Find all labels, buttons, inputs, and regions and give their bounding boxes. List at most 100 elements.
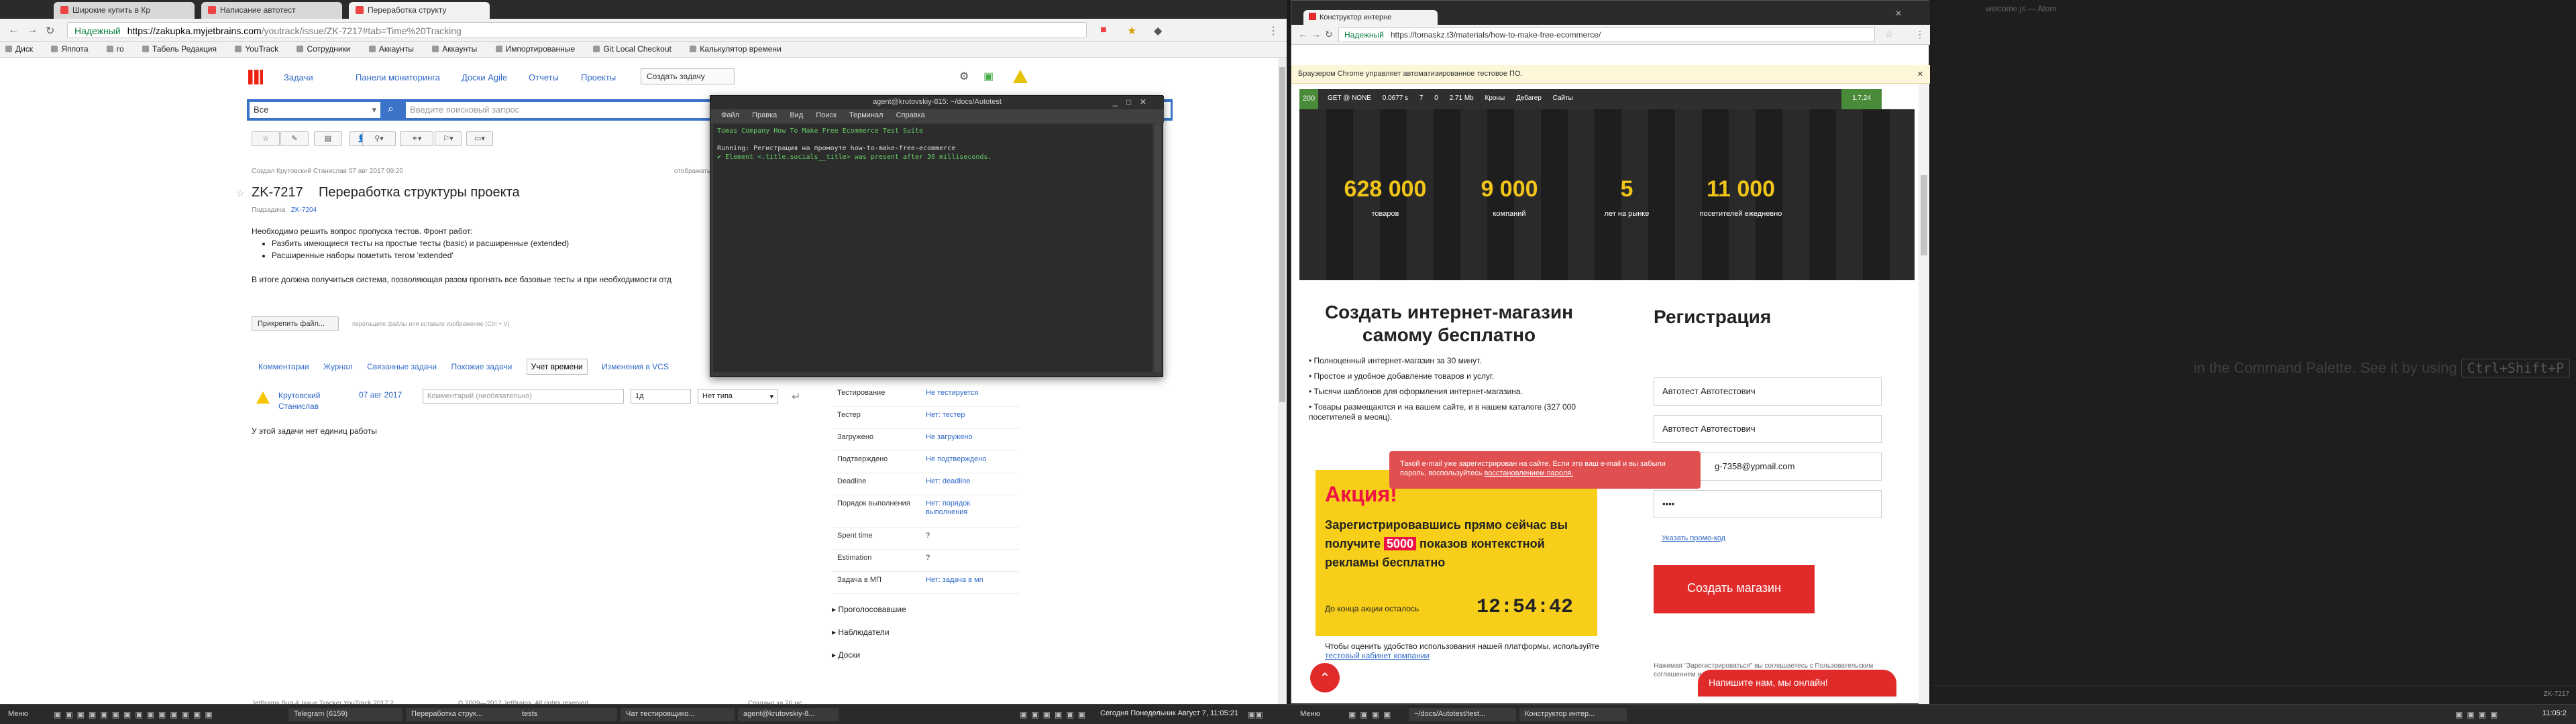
taskbar-item[interactable]: Telegram (6159) [288, 708, 402, 721]
menu-view[interactable]: Вид [790, 111, 803, 119]
tray-icons[interactable]: ▣▣ [1248, 710, 1263, 719]
field-row[interactable]: Spent time? [832, 528, 1020, 550]
field-row[interactable]: Загружено Не загружено [832, 429, 1020, 451]
section-watchers[interactable]: ▸ Наблюдатели [832, 627, 890, 637]
menu-icon[interactable]: ⋮ [1915, 29, 1925, 40]
tab-vcs[interactable]: Изменения в VCS [602, 362, 669, 371]
bookmark[interactable]: Диск [5, 44, 33, 54]
bookmark[interactable]: Аккаунты [432, 44, 477, 54]
password-input[interactable]: •••• [1654, 490, 1882, 518]
chat-widget[interactable]: Напишите нам, мы онлайн! [1698, 670, 1896, 697]
nav-agile-boards[interactable]: Доски Agile [462, 72, 507, 82]
field-value[interactable]: Нет: тестер [926, 411, 1013, 420]
close-icon[interactable]: ✕ [1917, 70, 1923, 78]
address-bar[interactable]: Надежный https://zakupka.myjetbrains.com/… [67, 22, 1087, 38]
forward-icon[interactable]: → [27, 24, 38, 36]
star-icon[interactable]: ☆ [236, 188, 245, 199]
field-row[interactable]: Estimation? [832, 550, 1020, 572]
promo-code-link[interactable]: Указать промо-код [1662, 534, 1725, 542]
field-value[interactable]: Не загружено [926, 433, 1013, 442]
youtrack-logo-icon[interactable] [248, 70, 263, 84]
name-input[interactable]: Автотест Автотестович [1654, 377, 1882, 406]
bookmark[interactable]: Сотрудники [297, 44, 350, 54]
field-value[interactable]: Нет: deadline [926, 477, 1013, 486]
bookmark[interactable]: Аккаунты [369, 44, 414, 54]
debug-item[interactable]: GET @ NONE [1328, 95, 1371, 102]
nav-dashboards[interactable]: Панели мониторинга [356, 72, 440, 82]
work-item-comment-input[interactable]: Комментарий (необязательно) [423, 389, 624, 404]
scrollbar-thumb[interactable] [1279, 67, 1285, 402]
edit-button[interactable]: ✎ [280, 131, 309, 146]
extension-icon[interactable]: ◆ [1154, 24, 1162, 38]
search-icon[interactable]: ⌕ [388, 103, 394, 115]
gift-icon[interactable]: ▣ [983, 70, 994, 83]
tab-similar[interactable]: Похожие задачи [451, 362, 512, 371]
taskbar-item[interactable]: agent@krutovskiy-8... [738, 708, 839, 721]
field-value[interactable]: Нет: порядок выполнения [926, 499, 1013, 517]
comment-button[interactable]: ▤ [314, 131, 342, 146]
menu-terminal[interactable]: Терминал [849, 111, 883, 119]
star-icon[interactable]: ☆ [1885, 29, 1894, 40]
tab-links[interactable]: Связанные задачи [367, 362, 437, 371]
tab-time-tracking[interactable]: Учет времени [526, 359, 588, 375]
create-issue-button[interactable]: Создать задачу [641, 68, 735, 84]
bookmark[interactable]: го [107, 44, 124, 54]
attach-file-button[interactable]: Прикрепить файл... [252, 316, 339, 331]
field-row[interactable]: Задача в МП Нет: задача в мп [832, 572, 1020, 594]
work-item-date[interactable]: 07 авг 2017 [359, 390, 402, 400]
field-row[interactable]: Тестер Нет: тестер [832, 407, 1020, 429]
extension-icon[interactable]: ■ [1100, 24, 1107, 36]
taskbar-item[interactable]: ~/docs/Autotest/test... [1409, 708, 1516, 721]
taskbar-item[interactable]: tests [517, 708, 617, 721]
work-item-duration-input[interactable]: 1д [631, 389, 691, 404]
company-input[interactable]: Автотест Автотестович [1654, 415, 1882, 443]
menu-edit[interactable]: Правка [752, 111, 777, 119]
search-context-select[interactable]: Все ▾ [250, 102, 380, 118]
scrollbar[interactable] [1155, 124, 1161, 372]
more-button[interactable]: ▭▾ [466, 131, 493, 146]
field-row[interactable]: Тестирование Не тестируется [832, 385, 1020, 407]
menu-help[interactable]: Справка [896, 111, 925, 119]
tray-icons[interactable]: ▣▣▣▣▣▣ [1020, 710, 1089, 719]
scroll-to-top-button[interactable]: ⌃ [1310, 663, 1340, 692]
gear-icon[interactable]: ⚙ [959, 70, 969, 83]
minimize-icon[interactable]: _ [1113, 97, 1118, 107]
bookmark[interactable]: Импортированные [496, 44, 575, 54]
debug-item[interactable]: Сайты [1553, 95, 1573, 102]
create-shop-button[interactable]: Создать магазин [1654, 565, 1815, 613]
nav-issues[interactable]: Задачи [284, 72, 313, 82]
view-mode-label[interactable]: отображать [674, 168, 710, 175]
add-work-item-icon[interactable]: ↵ [792, 390, 800, 404]
menu-search[interactable]: Поиск [816, 111, 836, 119]
taskbar-item[interactable]: Переработка струк... [406, 708, 520, 721]
forward-icon[interactable]: → [1311, 29, 1321, 40]
reload-icon[interactable]: ↻ [1325, 29, 1333, 40]
close-icon[interactable]: ✕ [1140, 97, 1146, 107]
tab-comments[interactable]: Комментарии [258, 362, 309, 371]
field-value[interactable]: Не тестируется [926, 389, 1013, 398]
demo-cabinet-link[interactable]: тестовый кабинет компании [1325, 651, 1430, 660]
debug-item[interactable]: 0.0677 s [1383, 95, 1408, 102]
taskbar-item[interactable]: Чат тестировщико... [621, 708, 735, 721]
star-button[interactable]: ☆ [252, 131, 280, 146]
field-value[interactable]: Нет: задача в мп [926, 576, 1013, 585]
link-button[interactable]: ⚭▾ [400, 131, 433, 146]
menu-file[interactable]: Файл [721, 111, 739, 119]
field-row[interactable]: Deadline Нет: deadline [832, 473, 1020, 495]
bookmark[interactable]: YouTrack [235, 44, 278, 54]
bookmark[interactable]: Git Local Checkout [593, 44, 671, 54]
reload-icon[interactable]: ↻ [46, 24, 54, 38]
section-boards[interactable]: ▸ Доски [832, 650, 860, 660]
work-item-type-select[interactable]: Нет типа ▾ [698, 389, 778, 404]
back-icon[interactable]: ← [1298, 29, 1307, 40]
field-value[interactable]: Не подтверждено [926, 455, 1013, 464]
scrollbar-thumb[interactable] [1921, 175, 1927, 255]
taskbar-item[interactable]: Конструктор интер... [1519, 708, 1627, 721]
password-recovery-link[interactable]: восстановлением пароля. [1485, 469, 1574, 477]
tray-icons[interactable]: ▣▣▣▣ [2455, 710, 2502, 719]
debug-item[interactable]: 0 [1434, 95, 1438, 102]
clock[interactable]: 11:05:2 [2542, 709, 2567, 717]
bookmark[interactable]: Калькулятор времени [690, 44, 782, 54]
back-icon[interactable]: ← [8, 24, 19, 36]
debug-item[interactable]: 7 [1419, 95, 1424, 102]
